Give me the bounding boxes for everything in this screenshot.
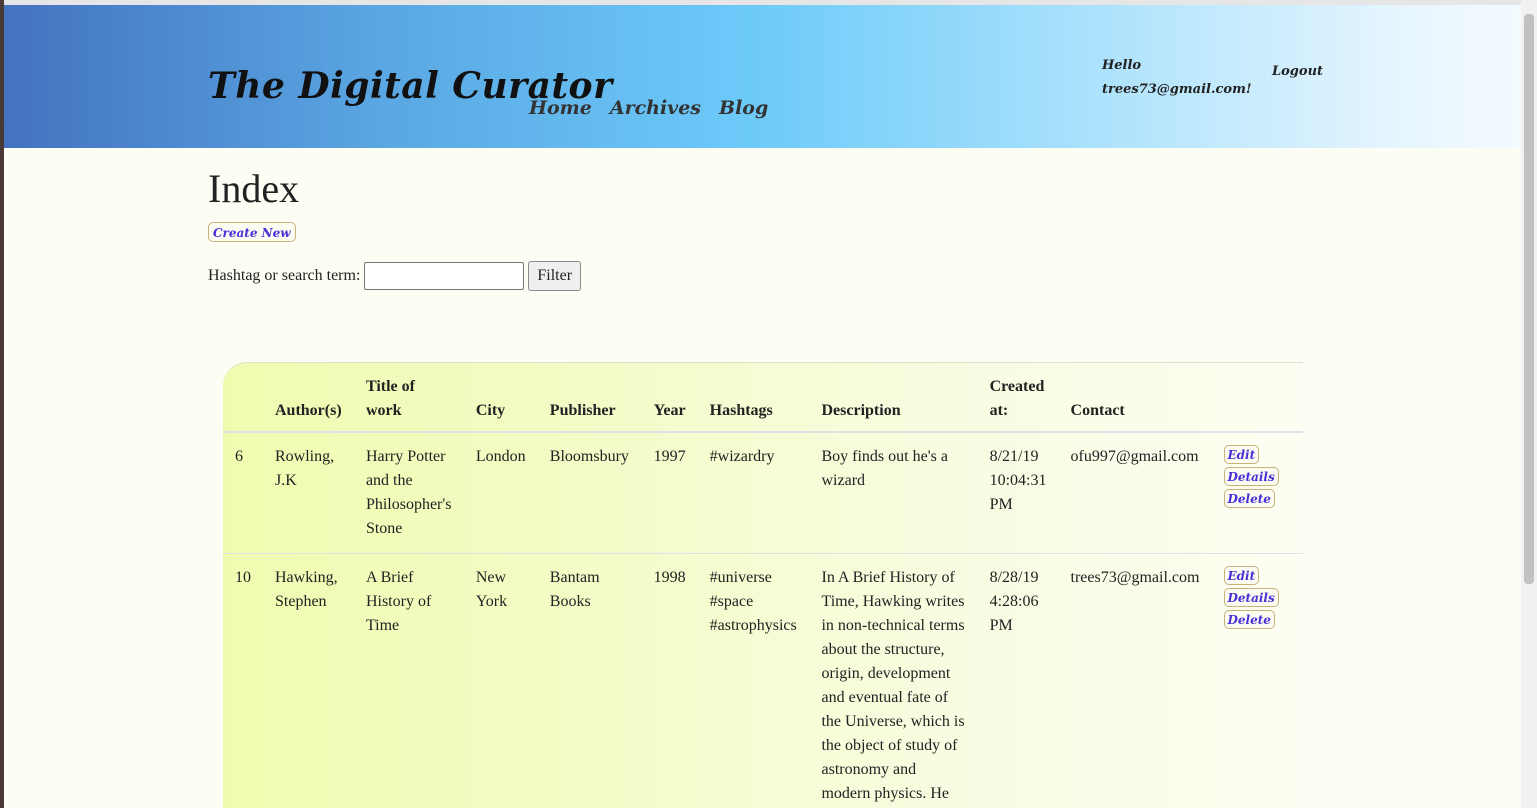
cell-actions: Edit Details Delete bbox=[1211, 553, 1303, 808]
col-actions-header bbox=[1211, 363, 1303, 433]
cell-year: 1998 bbox=[641, 553, 698, 808]
col-author-header: Author(s) bbox=[263, 363, 354, 433]
cell-author: Hawking, Stephen bbox=[263, 553, 354, 808]
table-row: 10 Hawking, Stephen A Brief History of T… bbox=[223, 553, 1303, 808]
user-greeting: Hello trees73@gmail.com! bbox=[1102, 58, 1252, 97]
filter-button[interactable]: Filter bbox=[528, 261, 582, 291]
nav-archives[interactable]: Archives bbox=[610, 97, 701, 119]
filter-form: Hashtag or search term: Filter bbox=[208, 261, 582, 291]
works-table-container: Author(s) Title of work City Publisher Y… bbox=[223, 362, 1303, 808]
col-description-header: Description bbox=[809, 363, 978, 433]
col-contact-header: Contact bbox=[1058, 363, 1212, 433]
cell-hashtags: #wizardry bbox=[697, 432, 810, 554]
create-new-button[interactable]: Create New bbox=[208, 222, 296, 242]
col-hashtags-header: Hashtags bbox=[697, 363, 810, 433]
scrollbar-thumb[interactable] bbox=[1524, 14, 1534, 584]
filter-label: Hashtag or search term: bbox=[208, 267, 361, 284]
cell-description: Boy finds out he's a wizard bbox=[809, 432, 978, 554]
edit-button[interactable]: Edit bbox=[1223, 445, 1260, 464]
cell-id: 6 bbox=[223, 432, 263, 554]
main-nav: Home Archives Blog bbox=[529, 97, 768, 119]
logout-link[interactable]: Logout bbox=[1272, 64, 1323, 79]
cell-title: Harry Potter and the Philosopher's Stone bbox=[353, 432, 464, 554]
details-button[interactable]: Details bbox=[1223, 467, 1279, 486]
col-city-header: City bbox=[463, 363, 538, 433]
nav-blog[interactable]: Blog bbox=[719, 97, 768, 119]
works-table: Author(s) Title of work City Publisher Y… bbox=[223, 363, 1303, 808]
cell-id: 10 bbox=[223, 553, 263, 808]
col-created-header: Created at: bbox=[977, 363, 1059, 433]
table-header-row: Author(s) Title of work City Publisher Y… bbox=[223, 363, 1303, 433]
details-button[interactable]: Details bbox=[1223, 588, 1279, 607]
delete-button[interactable]: Delete bbox=[1223, 489, 1275, 508]
cell-publisher: Bantam Books bbox=[537, 553, 642, 808]
cell-city: New York bbox=[463, 553, 538, 808]
page-title: Index bbox=[208, 166, 300, 211]
cell-actions: Edit Details Delete bbox=[1211, 432, 1303, 554]
edit-button[interactable]: Edit bbox=[1223, 566, 1260, 585]
nav-home[interactable]: Home bbox=[529, 97, 592, 119]
delete-button[interactable]: Delete bbox=[1223, 610, 1275, 629]
cell-contact: trees73@gmail.com bbox=[1058, 553, 1212, 808]
cell-city: London bbox=[463, 432, 538, 554]
cell-description: In A Brief History of Time, Hawking writ… bbox=[809, 553, 978, 808]
col-publisher-header: Publisher bbox=[537, 363, 642, 433]
cell-hashtags: #universe #space #astrophysics bbox=[697, 553, 810, 808]
col-title-header: Title of work bbox=[353, 363, 464, 433]
table-row: 6 Rowling, J.K Harry Potter and the Phil… bbox=[223, 432, 1303, 554]
cell-contact: ofu997@gmail.com bbox=[1058, 432, 1212, 554]
col-id-header bbox=[223, 363, 263, 433]
cell-title: A Brief History of Time bbox=[353, 553, 464, 808]
site-header: The Digital Curator Home Archives Blog H… bbox=[4, 5, 1521, 148]
search-input[interactable] bbox=[364, 262, 525, 290]
cell-created: 8/21/19 10:04:31 PM bbox=[977, 432, 1059, 554]
cell-created: 8/28/19 4:28:06 PM bbox=[977, 553, 1059, 808]
cell-author: Rowling, J.K bbox=[263, 432, 354, 554]
col-year-header: Year bbox=[641, 363, 698, 433]
page: The Digital Curator Home Archives Blog H… bbox=[4, 5, 1521, 808]
cell-year: 1997 bbox=[641, 432, 698, 554]
cell-publisher: Bloomsbury bbox=[537, 432, 642, 554]
